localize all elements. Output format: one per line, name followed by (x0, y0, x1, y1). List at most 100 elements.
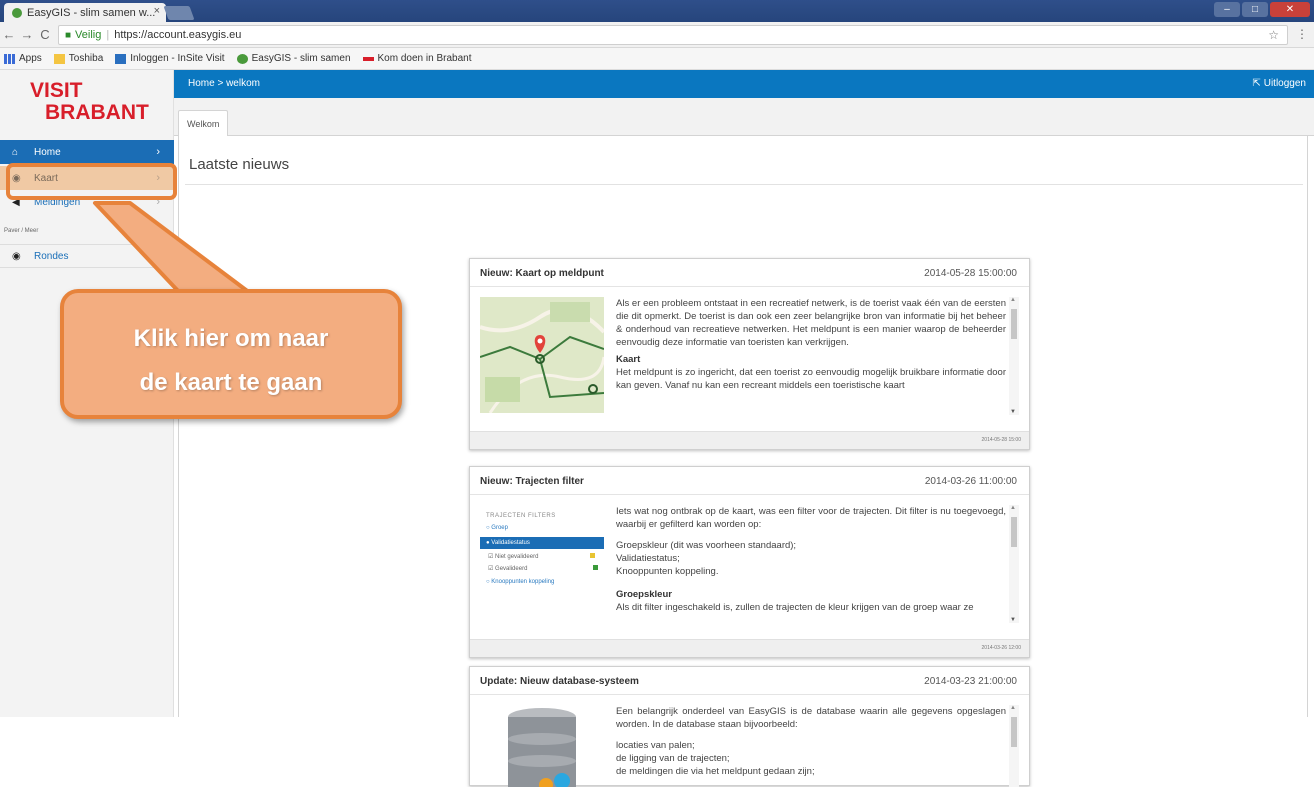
filter-item-label: Niet gevalideerd (495, 554, 539, 560)
scroll-up-icon[interactable]: ▲ (1010, 705, 1016, 711)
bookmark-label: Kom doen in Brabant (377, 53, 472, 64)
news-card-date: 2014-05-28 15:00:00 (924, 268, 1017, 279)
visit-brabant-logo[interactable]: VISIT BRABANT (30, 80, 149, 124)
folder-icon (53, 53, 65, 64)
scrollbar-thumb[interactable] (1011, 517, 1017, 547)
bookmark-toshiba[interactable]: Toshiba (53, 53, 104, 64)
tab-welkom[interactable]: Welkom (178, 110, 229, 137)
news-card-list-item: de ligging van de trajecten; (616, 753, 730, 764)
news-card-list-item: de meldingen die via het meldpunt gedaan… (616, 766, 815, 777)
bookmark-label: Toshiba (68, 53, 104, 64)
news-card-list-item: locaties van palen; (616, 740, 695, 751)
reload-icon[interactable]: C (36, 27, 54, 42)
filter-item-label: Gevalideerd (495, 566, 528, 572)
map-thumbnail-image (480, 297, 604, 413)
url-text: https://account.easygis.eu (114, 29, 242, 41)
page-title: Laatste nieuws (189, 156, 290, 173)
scrollbar[interactable]: ▲ ▼ (1009, 297, 1019, 415)
news-card-subheading: Kaart (616, 354, 641, 365)
filter-item-label: Knooppunten koppeling (491, 579, 555, 585)
sidebar-section-label: Paver / Meer (4, 228, 39, 234)
sidebar-item-label: Home (34, 146, 61, 158)
news-card-title: Update: Nieuw database-systeem (480, 676, 639, 687)
bookmark-brabant[interactable]: Kom doen in Brabant (362, 53, 472, 64)
favicon-icon (12, 7, 22, 18)
news-card-header: Nieuw: Trajecten filter 2014-03-26 11:00… (470, 467, 1029, 495)
bookmark-label: Apps (19, 53, 42, 64)
browser-menu-icon[interactable]: ⋮ (1296, 27, 1308, 41)
news-card-paragraph: Als dit filter ingeschakeld is, zullen d… (616, 602, 974, 613)
news-card-date: 2014-03-23 21:00:00 (924, 676, 1017, 687)
news-card: Nieuw: Trajecten filter 2014-03-26 11:00… (469, 466, 1030, 658)
news-card-paragraph: Iets wat nog ontbrak op de kaart, was ee… (616, 506, 1006, 530)
scrollbar[interactable]: ▲ ▼ (1009, 505, 1019, 623)
maximize-button[interactable]: □ (1242, 2, 1268, 17)
main-content: Laatste nieuws Nieuw: Kaart op meldpunt … (178, 136, 1308, 787)
scroll-up-icon[interactable]: ▲ (1010, 297, 1016, 303)
filter-subitem: ☑ Gevalideerd (488, 565, 599, 572)
bookmark-apps[interactable]: Apps (4, 53, 42, 64)
insite-icon (115, 53, 127, 64)
news-card-header: Nieuw: Kaart op meldpunt 2014-05-28 15:0… (470, 259, 1029, 287)
scroll-down-icon[interactable]: ▼ (1010, 409, 1016, 415)
url-separator: | (106, 29, 110, 41)
sidebar-item-home[interactable]: ⌂ Home › (0, 140, 174, 164)
scroll-up-icon[interactable]: ▲ (1010, 505, 1016, 511)
news-card: Nieuw: Kaart op meldpunt 2014-05-28 15:0… (469, 258, 1030, 450)
news-card-list-item: Knooppunten koppeling. (616, 566, 719, 577)
top-bar: Home > welkom ⇱ Uitloggen (174, 70, 1314, 98)
back-icon[interactable]: ← (0, 27, 18, 42)
breadcrumb[interactable]: Home > welkom (188, 78, 260, 89)
news-card-date: 2014-03-26 11:00:00 (924, 476, 1017, 487)
news-card: Update: Nieuw database-systeem 2014-03-2… (469, 666, 1030, 787)
scroll-down-icon[interactable]: ▼ (1010, 617, 1016, 623)
callout-line: de kaart te gaan (139, 369, 323, 396)
news-card-list-item: Groepskleur (dit was voorheen standaard)… (616, 540, 797, 551)
browser-tab-title: EasyGIS - slim samen w... (27, 6, 156, 19)
scrollbar-thumb[interactable] (1011, 309, 1017, 339)
new-tab-button[interactable] (163, 6, 195, 20)
database-icon (508, 708, 576, 787)
close-tab-icon[interactable]: × (154, 5, 160, 17)
bookmark-star-icon[interactable]: ☆ (1268, 28, 1279, 42)
divider (185, 184, 1303, 185)
news-card-title: Nieuw: Trajecten filter (480, 476, 584, 487)
minimize-button[interactable]: – (1214, 2, 1240, 17)
instruction-callout: Klik hier om naar de kaart te gaan (60, 289, 402, 419)
filter-item-active: ● Validatiestatus (480, 537, 604, 549)
bookmark-easygis[interactable]: EasyGIS - slim samen (236, 53, 351, 64)
sidebar-item-rondes[interactable]: ◉ Rondes (0, 244, 174, 268)
forward-icon[interactable]: → (18, 27, 36, 42)
home-icon: ⌂ (12, 146, 19, 158)
browser-tab[interactable]: EasyGIS - slim samen w... × (4, 3, 166, 22)
news-card-footer-date: 2014-03-26 12:00 (981, 645, 1021, 651)
logout-button[interactable]: ⇱ Uitloggen (1252, 78, 1306, 89)
news-card-subheading: Groepskleur (616, 589, 672, 600)
secure-label: Veilig (75, 29, 102, 41)
news-card-header: Update: Nieuw database-systeem 2014-03-2… (470, 667, 1029, 695)
scrollbar-thumb[interactable] (1011, 717, 1017, 747)
news-card-footer-date: 2014-05-28 15:00 (981, 437, 1021, 443)
kaart-highlight-box (6, 163, 177, 200)
sidebar-item-label: Rondes (34, 250, 69, 262)
news-card-body: Iets wat nog ontbrak op de kaart, was ee… (616, 505, 1006, 623)
news-card-footer: 2014-05-28 15:00 (470, 431, 1029, 449)
scrollbar[interactable]: ▲ (1009, 705, 1019, 787)
news-card-footer: 2014-03-26 12:00 (470, 639, 1029, 657)
logout-label: Uitloggen (1263, 78, 1306, 89)
filter-item-label: Groep (491, 525, 508, 531)
url-input[interactable]: ■ Veilig | https://account.easygis.eu ☆ (58, 25, 1288, 45)
bookmark-label: EasyGIS - slim samen (251, 53, 351, 64)
logo-line1: VISIT (30, 79, 83, 102)
window-controls: – □ ✕ (1214, 2, 1310, 17)
news-card-title: Nieuw: Kaart op meldpunt (480, 268, 604, 279)
eye-icon: ◉ (12, 250, 21, 262)
filter-panel-image: TRAJECTEN FILTERS ○ Groep ● Validatiesta… (480, 505, 604, 621)
browser-tabstrip: EasyGIS - slim samen w... × – □ ✕ (0, 0, 1314, 22)
close-window-button[interactable]: ✕ (1270, 2, 1310, 17)
news-card-paragraph: Als er een probleem ontstaat in een recr… (616, 298, 1006, 348)
logo-line2: BRABANT (45, 101, 149, 124)
bookmark-insite[interactable]: Inloggen - InSite Visit (115, 53, 225, 64)
filter-panel-title: TRAJECTEN FILTERS (486, 513, 556, 519)
callout-text: Klik hier om naar de kaart te gaan (64, 317, 398, 405)
